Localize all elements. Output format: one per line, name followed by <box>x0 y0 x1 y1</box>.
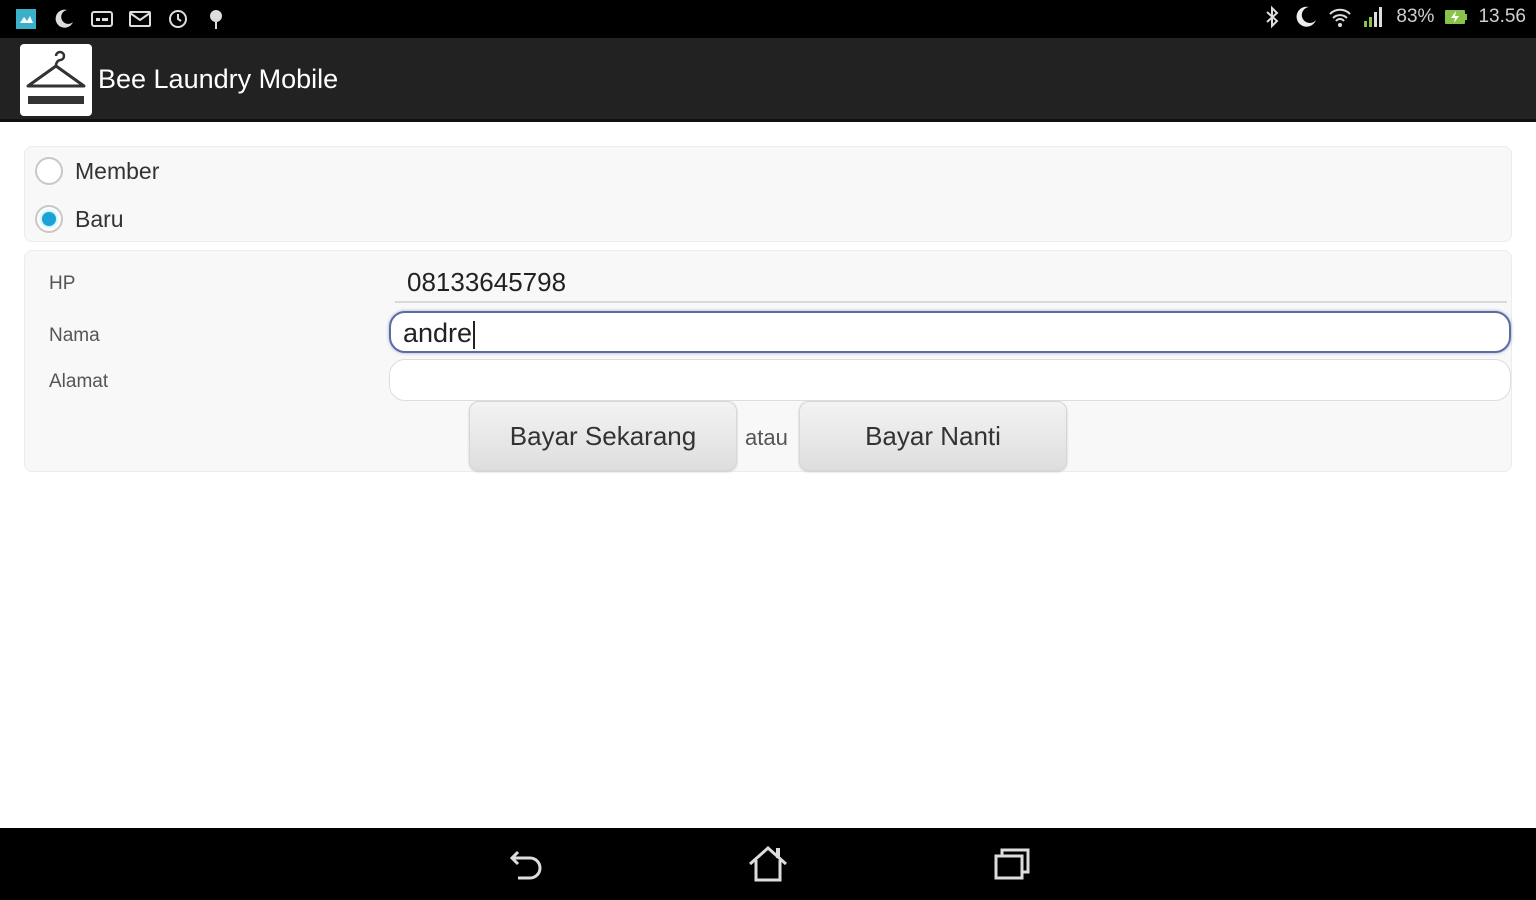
nama-field[interactable]: andre <box>389 311 1511 353</box>
action-bar: Bee Laundry Mobile <box>0 38 1536 122</box>
battery-percent: 83% <box>1396 6 1435 27</box>
app-notification-icon <box>14 7 38 31</box>
hp-label: HP <box>49 273 76 294</box>
message-icon <box>90 7 114 31</box>
radio-member-button[interactable] <box>35 157 63 185</box>
status-system-icons: 83% 13.56 <box>1260 5 1526 29</box>
wifi-icon <box>1328 5 1352 29</box>
sync-icon <box>166 7 190 31</box>
clock: 13.56 <box>1478 6 1526 27</box>
home-icon[interactable] <box>744 842 792 886</box>
status-bar: 83% 13.56 <box>0 0 1536 38</box>
radio-baru-button[interactable] <box>35 205 63 233</box>
signal-icon <box>1362 5 1386 29</box>
radio-baru-label: Baru <box>75 205 124 232</box>
radio-baru[interactable]: Baru <box>35 205 124 233</box>
or-label: atau <box>745 425 788 450</box>
status-notification-icons <box>14 7 228 31</box>
mail-icon <box>128 7 152 31</box>
alamat-label: Alamat <box>49 371 109 392</box>
radio-member-label: Member <box>75 157 160 184</box>
customer-form: HP 08133645798 Nama andre Alamat Bayar S… <box>24 250 1512 472</box>
text-caret <box>473 320 476 349</box>
battery-charging-icon <box>1444 5 1468 29</box>
moon-icon <box>52 7 76 31</box>
bluetooth-icon <box>1260 5 1284 29</box>
nama-label: Nama <box>49 325 100 346</box>
pay-later-button[interactable]: Bayar Nanti <box>799 401 1067 471</box>
customer-type-group: Member Baru <box>24 146 1512 242</box>
pin-icon <box>204 7 228 31</box>
app-title: Bee Laundry Mobile <box>98 64 339 94</box>
radio-member[interactable]: Member <box>35 157 159 185</box>
back-icon[interactable] <box>502 842 550 886</box>
alamat-field[interactable] <box>389 359 1511 401</box>
recents-icon[interactable] <box>988 842 1036 886</box>
nama-value: andre <box>403 318 473 348</box>
navigation-bar <box>0 828 1536 900</box>
pay-now-button[interactable]: Bayar Sekarang <box>469 401 737 471</box>
moon-icon <box>1294 5 1318 29</box>
hanger-logo-icon <box>20 44 92 116</box>
hp-field[interactable]: 08133645798 <box>395 267 1507 303</box>
